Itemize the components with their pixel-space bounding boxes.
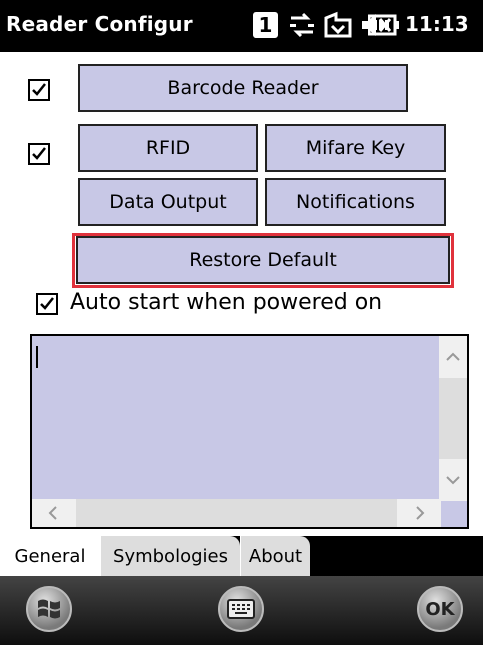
start-menu-button[interactable] <box>26 586 72 632</box>
tab-strip: General Symbologies About <box>0 536 483 576</box>
scroll-left-button[interactable] <box>32 499 76 527</box>
checkmark-icon <box>32 83 46 96</box>
restore-default-highlight <box>72 233 454 288</box>
vertical-scrollbar[interactable] <box>439 336 467 501</box>
sync-icon[interactable] <box>322 10 354 40</box>
windows-flag-icon <box>38 599 60 619</box>
tab-symbologies[interactable]: Symbologies <box>100 536 240 576</box>
chevron-up-icon <box>446 352 460 361</box>
tab-about[interactable]: About <box>240 536 310 576</box>
auto-start-checkbox[interactable] <box>36 293 58 315</box>
title-bar: Reader Configur 1 11:13 <box>0 0 483 52</box>
scroll-down-button[interactable] <box>439 459 467 501</box>
keyboard-icon <box>227 599 255 619</box>
checkmark-icon <box>32 147 46 160</box>
text-caret <box>36 346 38 368</box>
data-output-button[interactable]: Data Output <box>78 178 258 226</box>
barcode-reader-checkbox[interactable] <box>28 79 50 101</box>
tab-general[interactable]: General <box>0 536 100 576</box>
clock[interactable]: 11:13 <box>405 12 469 36</box>
scroll-right-button[interactable] <box>397 499 441 527</box>
rfid-button[interactable]: RFID <box>78 124 258 172</box>
barcode-reader-button[interactable]: Barcode Reader <box>78 64 408 112</box>
notifications-button[interactable]: Notifications <box>265 178 446 226</box>
notification-count-badge[interactable]: 1 <box>253 12 278 38</box>
horizontal-scrollbar[interactable] <box>32 499 441 527</box>
bottom-command-bar: OK <box>0 576 483 645</box>
chevron-left-icon <box>48 506 57 520</box>
chevron-down-icon <box>446 476 460 485</box>
log-textarea[interactable] <box>30 334 469 529</box>
chevron-right-icon <box>416 506 425 520</box>
rfid-checkbox[interactable] <box>28 143 50 165</box>
connectivity-icon[interactable] <box>287 10 317 40</box>
battery-icon[interactable] <box>367 10 400 40</box>
checkmark-icon <box>40 297 54 310</box>
ok-button[interactable]: OK <box>417 586 463 632</box>
auto-start-label[interactable]: Auto start when powered on <box>70 290 382 315</box>
window-title: Reader Configur <box>6 12 193 36</box>
keyboard-button[interactable] <box>218 586 264 632</box>
scroll-up-button[interactable] <box>439 336 467 378</box>
mifare-key-button[interactable]: Mifare Key <box>265 124 446 172</box>
